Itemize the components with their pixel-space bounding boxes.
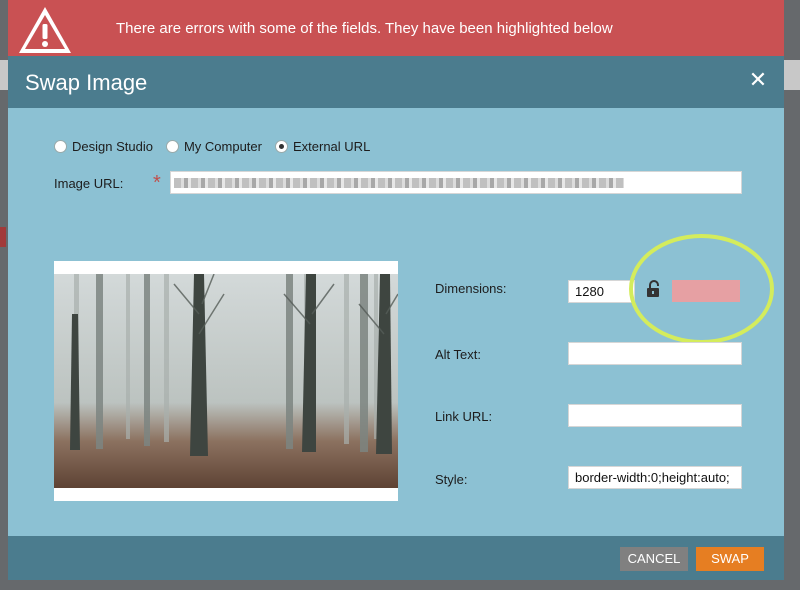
dimensions-label: Dimensions: [435, 281, 507, 296]
redacted-url-text [174, 178, 624, 188]
radio-label: My Computer [183, 139, 262, 154]
radio-button[interactable] [165, 140, 179, 153]
forest-preview-image [54, 274, 398, 488]
foggy-forest-image [54, 274, 398, 488]
radio-my-computer[interactable]: My Computer [165, 139, 262, 154]
modal-footer: CANCEL SWAP [8, 536, 784, 580]
radio-button-selected[interactable] [274, 140, 288, 153]
error-banner: There are errors with some of the fields… [8, 0, 784, 56]
width-input[interactable]: 1280 [568, 280, 635, 303]
swap-image-modal: Swap Image ✕ Design Studio My Computer E… [8, 56, 784, 580]
image-url-input[interactable] [170, 171, 742, 194]
style-input[interactable]: border-width:0;height:auto; [568, 466, 742, 489]
alt-text-input[interactable] [568, 342, 742, 365]
highlight-circle [629, 234, 774, 344]
alt-text-label: Alt Text: [435, 347, 482, 362]
warning-triangle-icon [19, 7, 71, 53]
close-icon[interactable]: ✕ [748, 69, 768, 91]
modal-title: Swap Image [25, 70, 148, 95]
radio-button[interactable] [54, 140, 67, 153]
error-message: There are errors with some of the fields… [116, 20, 613, 37]
image-url-label: Image URL: [54, 176, 124, 191]
swap-button[interactable]: SWAP [696, 547, 764, 571]
image-preview [54, 261, 398, 501]
radio-label: External URL [292, 139, 371, 154]
required-asterisk: * [153, 172, 161, 194]
link-url-input[interactable] [568, 404, 742, 427]
link-url-label: Link URL: [435, 409, 493, 424]
modal-header: Swap Image ✕ [8, 56, 784, 108]
radio-external-url[interactable]: External URL [274, 139, 371, 154]
radio-label: Design Studio [72, 139, 153, 154]
backdrop-red-mark [0, 227, 6, 247]
backdrop-strip [0, 60, 8, 90]
cancel-button[interactable]: CANCEL [620, 547, 688, 571]
image-source-options: Design Studio My Computer External URL [54, 139, 383, 154]
radio-design-studio[interactable]: Design Studio [54, 139, 153, 154]
backdrop-strip [784, 60, 800, 90]
style-label: Style: [435, 472, 468, 487]
